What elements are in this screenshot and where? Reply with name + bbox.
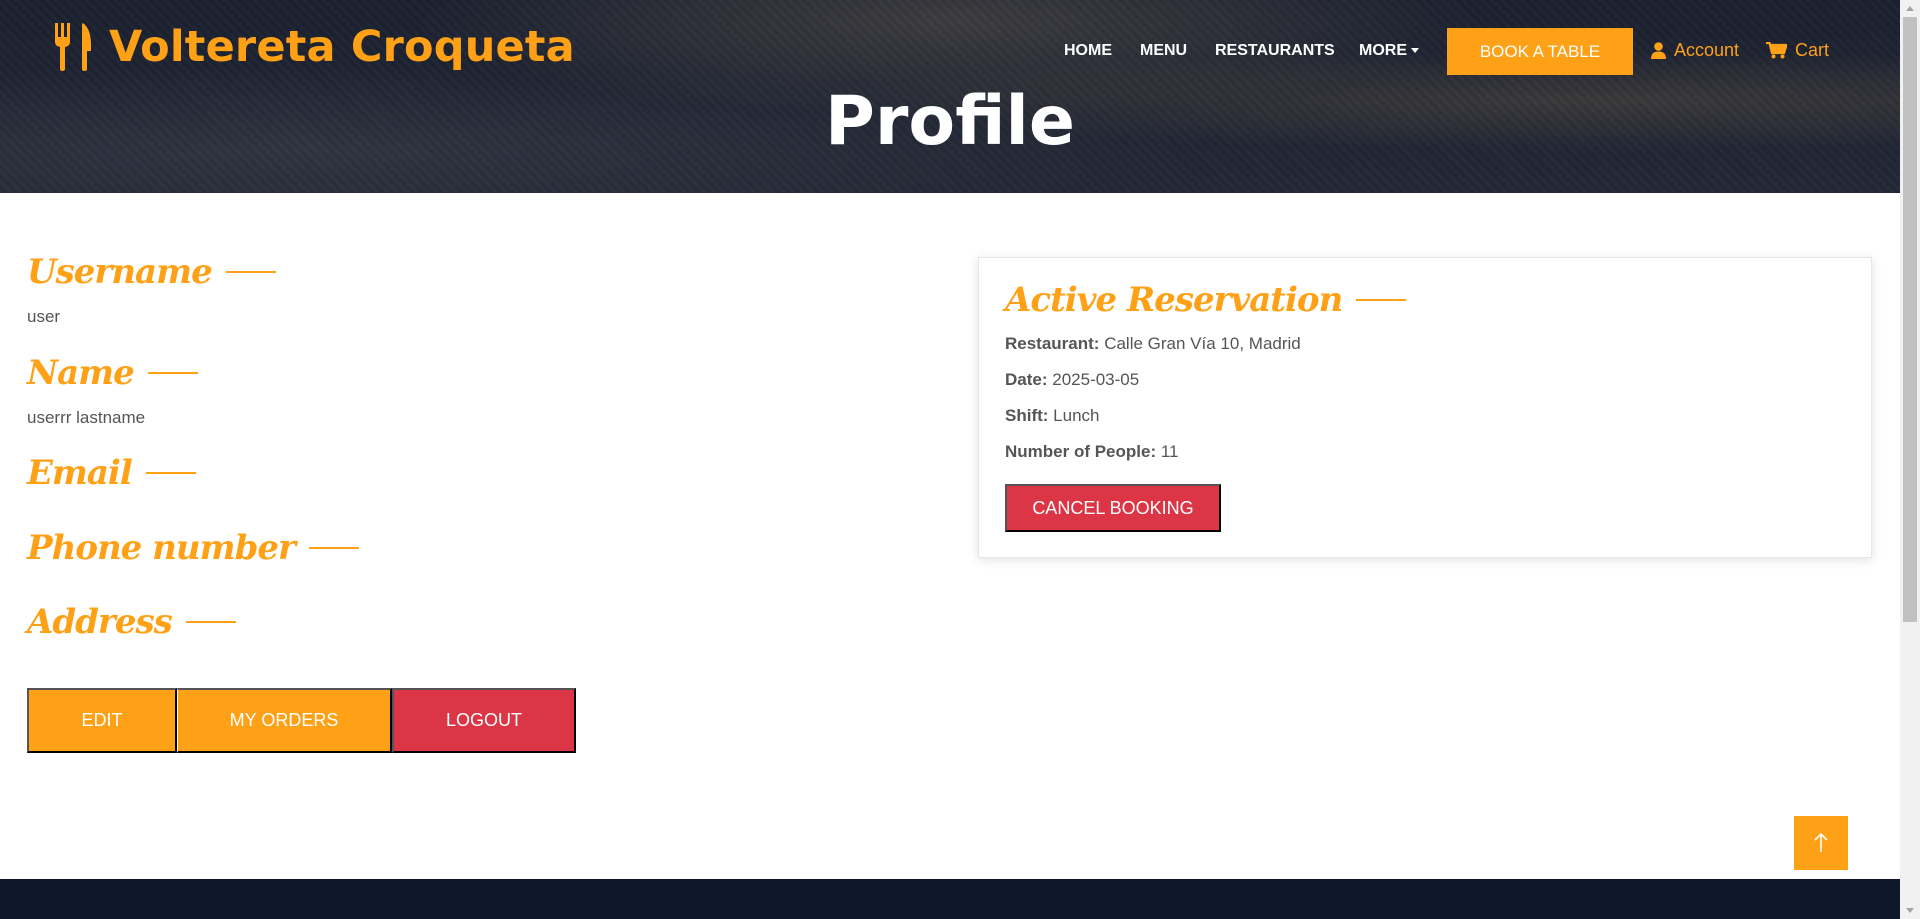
scrollbar-thumb[interactable] [1903,17,1917,622]
logout-button[interactable]: LOGOUT [392,688,576,753]
nav-more-label: MORE [1359,42,1407,59]
page-title: Profile [825,82,1075,161]
nav-restaurants[interactable]: RESTAURANTS [1215,42,1335,60]
cart-label: Cart [1795,40,1830,60]
reservation-heading: Active Reservation [1005,280,1407,320]
name-label: Name [27,353,135,393]
address-heading: Address [27,602,236,642]
my-orders-button[interactable]: MY ORDERS [177,688,392,753]
email-heading: Email [27,453,196,493]
user-icon [1651,42,1666,59]
username-heading: Username [27,252,276,292]
email-label: Email [27,453,133,493]
caret-down-icon [1411,48,1419,54]
restaurant-label: Restaurant: [1005,334,1100,353]
heading-divider [145,472,196,474]
phone-label: Phone number [27,528,296,568]
people-label: Number of People: [1005,442,1157,461]
date-value: 2025-03-05 [1052,370,1140,389]
heading-divider [147,372,198,374]
date-label: Date: [1005,370,1048,389]
heading-divider [1356,299,1407,301]
name-value: userrr lastname [27,408,146,427]
active-reservation-card: Active Reservation Restaurant: Calle Gra… [978,257,1872,558]
nav-more-dropdown[interactable]: MORE [1359,42,1419,60]
nav-menu[interactable]: MENU [1140,42,1187,60]
cancel-booking-button[interactable]: CANCEL BOOKING [1005,484,1221,532]
heading-divider [225,271,276,273]
reservation-shift: Shift: Lunch [1005,406,1100,426]
heading-divider [185,621,236,623]
reservation-people: Number of People: 11 [1005,442,1179,462]
cart-icon [1766,42,1787,59]
scroll-down-arrow-icon[interactable] [1906,908,1914,913]
cart-link[interactable]: Cart [1766,40,1829,61]
book-table-button[interactable]: BOOK A TABLE [1447,28,1633,75]
reservation-restaurant: Restaurant: Calle Gran Vía 10, Madrid [1005,334,1301,354]
account-label: Account [1674,40,1740,60]
heading-divider [308,547,359,549]
people-value: 11 [1160,442,1179,461]
reservation-date: Date: 2025-03-05 [1005,370,1139,390]
restaurant-value: Calle Gran Vía 10, Madrid [1104,334,1301,353]
shift-value: Lunch [1053,406,1100,425]
username-label: Username [27,252,213,292]
reservation-title: Active Reservation [1005,280,1343,320]
phone-heading: Phone number [27,528,359,568]
account-link[interactable]: Account [1651,40,1739,61]
shift-label: Shift: [1005,406,1049,425]
main-nav: HOME MENU RESTAURANTS MORE BOOK A TABLE … [0,28,1900,76]
name-heading: Name [27,353,198,393]
arrow-up-icon [1814,833,1828,852]
vertical-scrollbar[interactable] [1900,0,1920,919]
footer [0,879,1900,919]
username-value: user [27,307,61,326]
edit-button[interactable]: EDIT [27,688,177,753]
nav-home[interactable]: HOME [1064,42,1112,60]
back-to-top-button[interactable] [1794,816,1848,870]
scroll-up-arrow-icon[interactable] [1906,6,1914,11]
address-label: Address [27,602,173,642]
hero-header: Voltereta Croqueta HOME MENU RESTAURANTS… [0,0,1900,193]
